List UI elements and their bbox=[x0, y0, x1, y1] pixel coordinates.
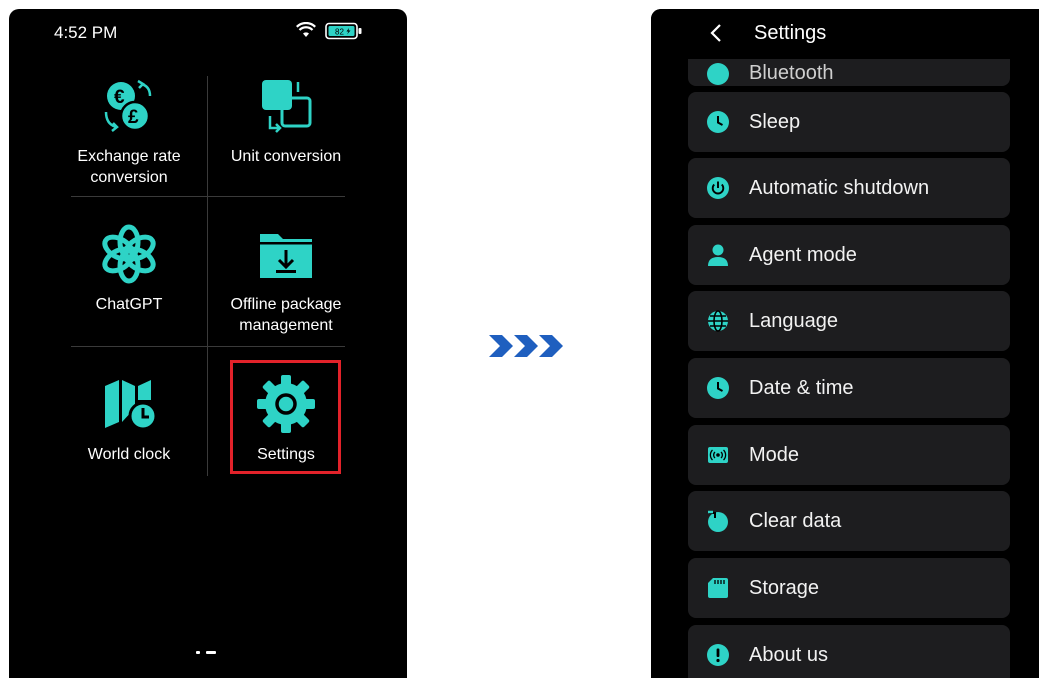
app-label: ChatGPT bbox=[95, 296, 163, 313]
settings-highlight-box bbox=[230, 360, 341, 474]
unit-conversion-icon bbox=[254, 74, 318, 138]
map-clock-icon bbox=[97, 372, 161, 436]
item-label: Mode bbox=[749, 444, 800, 466]
bluetooth-icon bbox=[707, 63, 729, 85]
settings-item-clear-data[interactable]: Clear data bbox=[688, 491, 1010, 551]
wifi-icon bbox=[296, 22, 316, 37]
back-chevron-icon[interactable] bbox=[709, 23, 723, 43]
settings-item-about-us[interactable]: About us bbox=[688, 625, 1010, 678]
svg-text:€: € bbox=[114, 87, 125, 108]
currency-exchange-icon: € £ bbox=[97, 74, 161, 138]
item-label: Language bbox=[749, 310, 838, 332]
clock-icon bbox=[707, 377, 729, 399]
globe-icon bbox=[708, 310, 728, 332]
svg-text:£: £ bbox=[128, 107, 139, 128]
app-chatgpt[interactable]: ChatGPT bbox=[61, 222, 197, 362]
grid-divider-vertical bbox=[207, 76, 208, 476]
page-title: Settings bbox=[754, 22, 827, 44]
info-icon bbox=[707, 644, 729, 666]
app-offline-package[interactable]: Offline package management bbox=[218, 222, 354, 362]
settings-item-language[interactable]: Language bbox=[688, 291, 1010, 351]
sd-card-icon bbox=[708, 578, 728, 598]
power-icon bbox=[707, 177, 729, 199]
app-label: World clock bbox=[87, 446, 171, 463]
status-time: 4:52 PM bbox=[54, 23, 118, 42]
page-dot-active bbox=[206, 651, 216, 654]
settings-item-automatic-shutdown[interactable]: Automatic shutdown bbox=[688, 158, 1010, 218]
battery-icon: 82 bbox=[325, 22, 362, 40]
app-unit-conversion[interactable]: Unit conversion bbox=[218, 74, 354, 214]
page-indicator bbox=[196, 651, 216, 654]
item-label: About us bbox=[749, 644, 828, 666]
download-folder-icon bbox=[254, 222, 318, 286]
settings-screen: Settings Bluetooth Sleep Automatic shutd… bbox=[651, 9, 1039, 678]
app-label: Exchange rate conversion bbox=[77, 148, 181, 186]
chatgpt-icon bbox=[97, 222, 161, 286]
item-label: Sleep bbox=[749, 111, 801, 133]
broadcast-icon bbox=[708, 447, 728, 463]
home-screen: 4:52 PM 82 € £ Exchange rate conversion … bbox=[9, 9, 407, 678]
status-bar: 4:52 PM 82 bbox=[9, 9, 407, 55]
settings-item-storage[interactable]: Storage bbox=[688, 558, 1010, 618]
page-dot bbox=[196, 651, 200, 654]
clear-data-icon bbox=[708, 510, 728, 532]
battery-level: 82 bbox=[335, 28, 344, 37]
chevrons-right-icon bbox=[489, 335, 563, 357]
person-icon bbox=[708, 244, 728, 266]
app-label: Offline package management bbox=[230, 296, 342, 334]
app-label: Unit conversion bbox=[230, 148, 342, 165]
item-label: Date & time bbox=[749, 377, 854, 399]
item-label: Agent mode bbox=[749, 244, 857, 266]
item-label: Storage bbox=[749, 577, 820, 599]
app-world-clock[interactable]: World clock bbox=[61, 372, 197, 512]
settings-item-sleep[interactable]: Sleep bbox=[688, 92, 1010, 152]
item-label: Clear data bbox=[749, 510, 842, 532]
settings-header: Settings bbox=[651, 9, 1039, 59]
item-label: Automatic shutdown bbox=[749, 177, 930, 199]
settings-item-agent-mode[interactable]: Agent mode bbox=[688, 225, 1010, 285]
app-exchange-rate[interactable]: € £ Exchange rate conversion bbox=[61, 74, 197, 214]
settings-item-date-time[interactable]: Date & time bbox=[688, 358, 1010, 418]
item-label: Bluetooth bbox=[749, 62, 834, 84]
settings-item-mode[interactable]: Mode bbox=[688, 425, 1010, 485]
clock-icon bbox=[707, 111, 729, 133]
